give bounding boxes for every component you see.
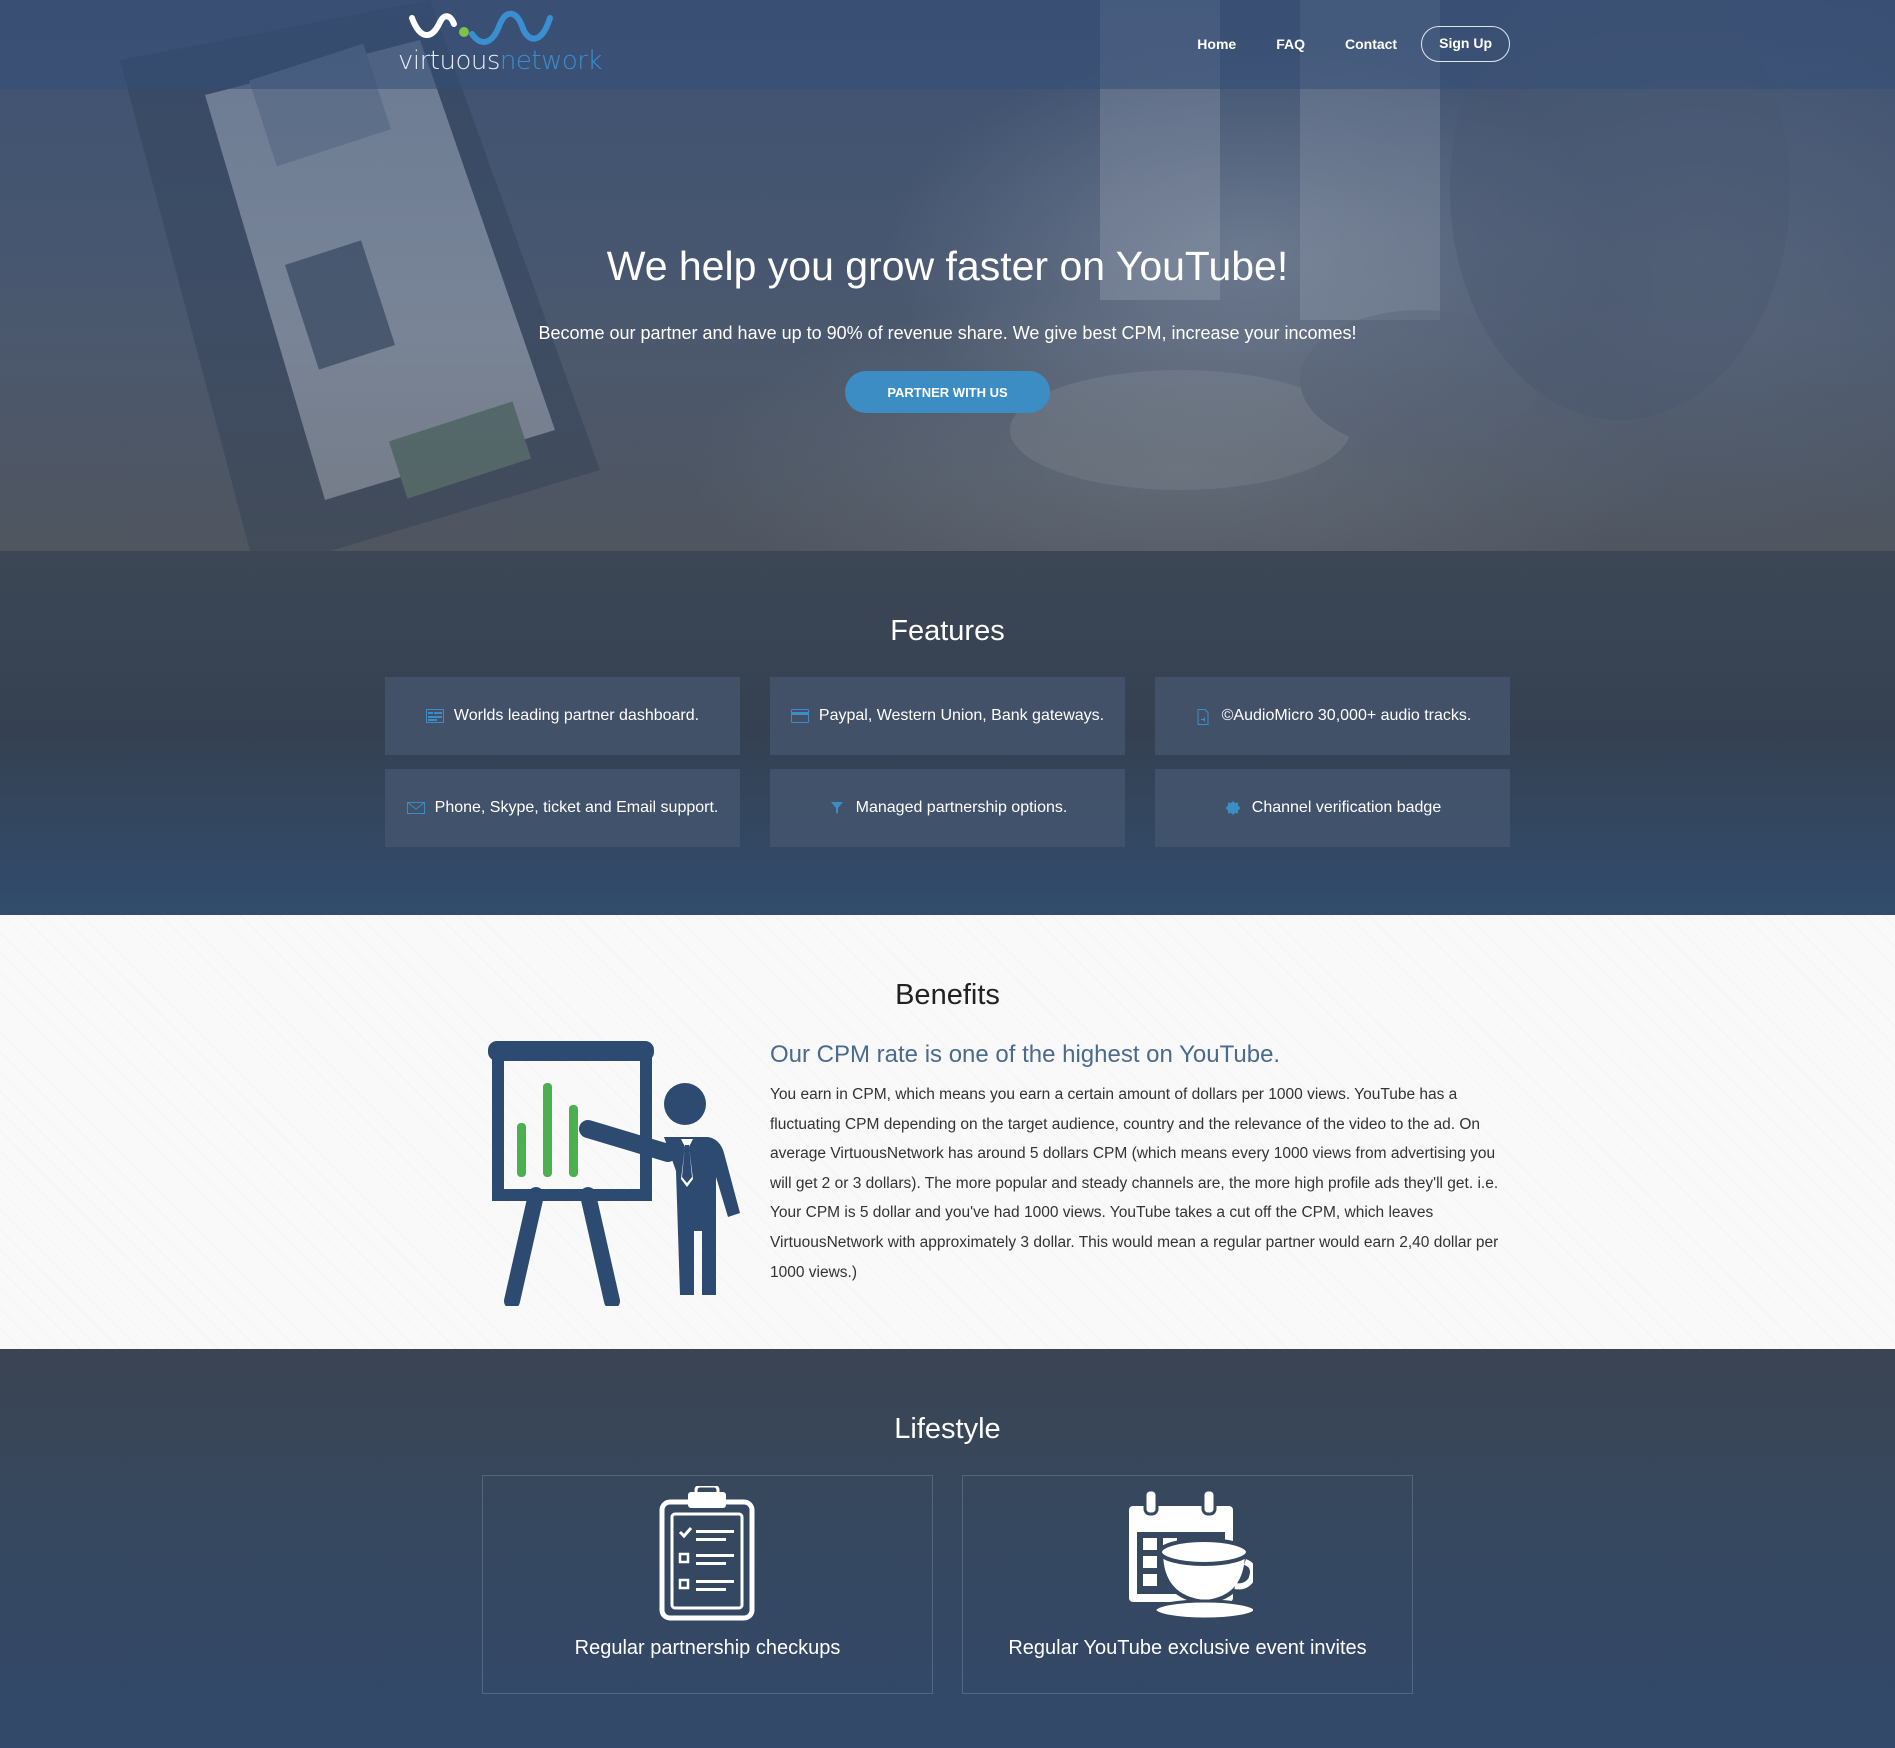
clipboard-checklist-icon <box>659 1486 754 1621</box>
wave-logo-icon <box>409 10 553 45</box>
feature-label: ©AudioMicro 30,000+ audio tracks. <box>1221 707 1472 724</box>
feature-card-dashboard: Worlds leading partner dashboard. <box>385 677 740 755</box>
features-grid: Worlds leading partner dashboard. Paypal… <box>385 677 1510 847</box>
badge-icon <box>1224 801 1242 815</box>
credit-card-icon <box>790 709 809 723</box>
partner-with-us-button[interactable]: PARTNER WITH US <box>845 371 1050 413</box>
envelope-icon <box>406 801 425 815</box>
brand-wordmark-part1: virtuous <box>398 46 500 76</box>
hero-section: virtuousnetwork Home FAQ Contact Sign Up… <box>0 0 1895 551</box>
hero-title: We help you grow faster on YouTube! <box>606 243 1289 289</box>
feature-label: Worlds leading partner dashboard. <box>453 707 700 724</box>
lifestyle-section: Lifestyle Regular partnership checkups R… <box>0 1349 1895 1748</box>
benefit-body-text: You earn in CPM, which means you earn a … <box>770 1086 1499 1281</box>
lifestyle-card-checkups: Regular partnership checkups <box>482 1475 933 1694</box>
calendar-coffee-icon <box>1128 1488 1253 1621</box>
nav-link-faq[interactable]: FAQ <box>1276 26 1305 62</box>
features-title: Features <box>890 615 1005 647</box>
benefits-section: Benefits Our CPM rate is one of the high… <box>0 915 1895 1349</box>
feature-label: Channel verification badge <box>1251 799 1442 816</box>
dashboard-icon <box>425 709 444 723</box>
lifestyle-label: Regular YouTube exclusive event invites <box>1008 1637 1367 1659</box>
brand-wordmark-part2: network <box>499 46 603 76</box>
feature-label: Phone, Skype, ticket and Email support. <box>434 799 719 816</box>
hero-subtitle: Become our partner and have up to 90% of… <box>538 323 1357 343</box>
filter-icon <box>828 801 846 815</box>
lifestyle-title: Lifestyle <box>894 1413 1001 1445</box>
presenter-chart-icon <box>488 1041 740 1306</box>
benefit-headline: Our CPM rate is one of the highest on Yo… <box>770 1041 1281 1068</box>
feature-card-support: Phone, Skype, ticket and Email support. <box>385 769 740 847</box>
features-section: Features Worlds leading partner dashboar… <box>0 551 1895 915</box>
main-nav: Home FAQ Contact Sign Up <box>1157 26 1510 62</box>
lifestyle-label: Regular partnership checkups <box>574 1637 841 1659</box>
feature-card-partnership: Managed partnership options. <box>770 769 1125 847</box>
feature-card-payment: Paypal, Western Union, Bank gateways. <box>770 677 1125 755</box>
lifestyle-card-events: Regular YouTube exclusive event invites <box>962 1475 1413 1694</box>
benefits-title: Benefits <box>895 979 1000 1011</box>
feature-card-verification: Channel verification badge <box>1155 769 1510 847</box>
sign-up-button[interactable]: Sign Up <box>1421 26 1510 62</box>
nav-link-home[interactable]: Home <box>1197 26 1236 62</box>
feature-label: Managed partnership options. <box>855 799 1068 816</box>
feature-card-audio: ©AudioMicro 30,000+ audio tracks. <box>1155 677 1510 755</box>
top-navbar: virtuousnetwork Home FAQ Contact Sign Up <box>0 0 1895 89</box>
nav-link-contact[interactable]: Contact <box>1345 26 1397 62</box>
audio-file-icon <box>1194 709 1212 725</box>
feature-label: Paypal, Western Union, Bank gateways. <box>818 707 1105 724</box>
brand-logo[interactable]: virtuousnetwork <box>398 10 603 80</box>
brand-wordmark: virtuousnetwork <box>398 46 603 76</box>
